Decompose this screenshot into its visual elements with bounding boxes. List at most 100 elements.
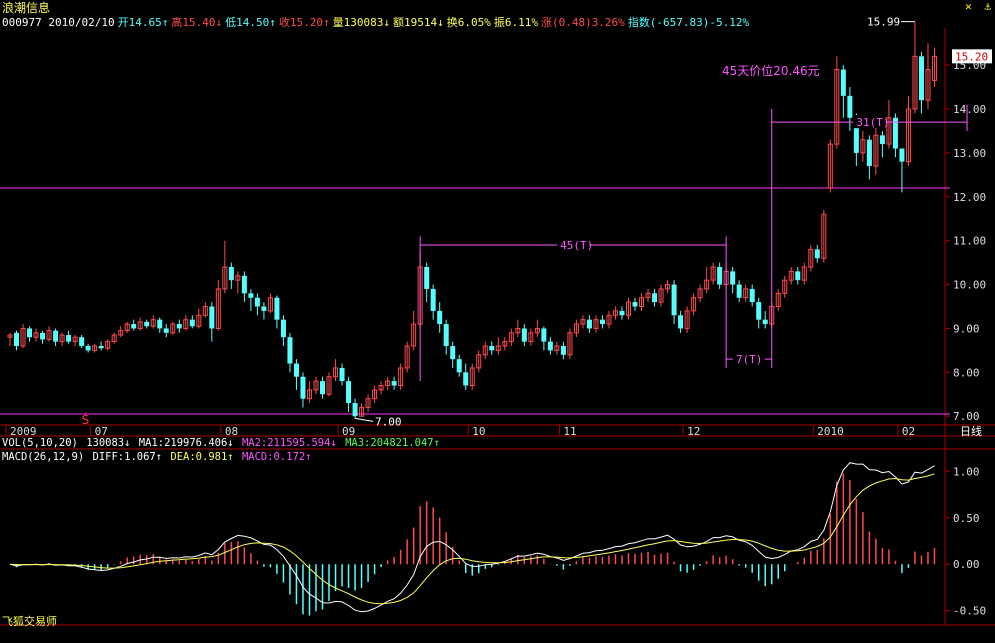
price-tick-label: 11.00 bbox=[953, 235, 986, 248]
candle-body bbox=[756, 302, 762, 320]
candle-body bbox=[678, 315, 684, 329]
candle-body bbox=[430, 288, 436, 311]
candle-body bbox=[456, 359, 462, 373]
target-price-note: 45天价位20.46元 bbox=[722, 63, 820, 78]
candle-body bbox=[320, 381, 326, 395]
candle-body bbox=[209, 306, 215, 329]
volume-ma-legend: VOL(5,10,20) 130083↓ MA1:219976.406↓ MA2… bbox=[2, 437, 442, 449]
macd-value: MACD:0.172↑ bbox=[241, 451, 312, 463]
x-tick-label: 11 bbox=[563, 425, 576, 438]
candle-body bbox=[463, 372, 469, 386]
vol-label: VOL(5,10,20) bbox=[2, 437, 78, 449]
macd-diff-line bbox=[9, 462, 935, 613]
candle-body bbox=[652, 293, 658, 303]
macd-label: MACD(26,12,9) bbox=[2, 451, 85, 463]
candle-body bbox=[163, 328, 169, 333]
current-price-label: 15.20 bbox=[955, 50, 988, 63]
candle-body bbox=[717, 267, 723, 285]
macd-tick-label: 0.00 bbox=[953, 558, 980, 571]
candle-body bbox=[762, 319, 768, 325]
candle-body bbox=[339, 367, 345, 382]
candle-body bbox=[730, 271, 736, 285]
candle-body bbox=[254, 297, 260, 307]
stock-chart[interactable]: 7.00 8.00 9.00 10.00 11.00 12.00 13.00 14.00 15.… bbox=[0, 0, 995, 643]
candle-body bbox=[619, 310, 625, 316]
candle-body bbox=[228, 267, 234, 281]
candle-body bbox=[749, 288, 755, 303]
candle-body bbox=[189, 319, 195, 327]
buy-marker: Ś bbox=[82, 412, 90, 427]
candle-body bbox=[847, 95, 853, 118]
candle-body bbox=[489, 346, 495, 351]
candle-body bbox=[27, 328, 33, 338]
price-tick-label: 9.00 bbox=[953, 322, 980, 335]
candle-body bbox=[131, 324, 137, 329]
app-brand: 飞狐交易师 bbox=[2, 615, 57, 628]
candle-body bbox=[287, 337, 293, 364]
vol-value: 130083↓ bbox=[86, 437, 131, 449]
candle-body bbox=[586, 319, 592, 329]
candle-body bbox=[274, 297, 280, 320]
candle-body bbox=[599, 319, 605, 325]
candle-body bbox=[424, 267, 430, 289]
macd-tick-label: -0.50 bbox=[953, 605, 986, 618]
candle-body bbox=[144, 321, 150, 327]
price-tick-label: 8.00 bbox=[953, 366, 980, 379]
candle-body bbox=[157, 319, 163, 329]
vol-ma1: MA1:219976.406↓ bbox=[138, 437, 234, 449]
macd-tick-label: 0.50 bbox=[953, 512, 980, 525]
candle-body bbox=[879, 135, 885, 145]
price-tick-label: 12.00 bbox=[953, 191, 986, 204]
period-label: 日线 bbox=[960, 424, 982, 438]
candle-body bbox=[560, 346, 566, 355]
price-tick-label: 7.00 bbox=[953, 410, 980, 423]
candle-body bbox=[66, 335, 72, 342]
low-pointer bbox=[354, 417, 374, 422]
span45-label: 45(T) bbox=[560, 239, 593, 252]
price-tick-label: 13.00 bbox=[953, 147, 986, 160]
candle-body bbox=[98, 346, 104, 349]
candle-body bbox=[521, 328, 527, 342]
macd-diff: DIFF:1.067↑ bbox=[92, 451, 163, 463]
vol-ma3: MA3:204821.047↑ bbox=[345, 437, 440, 449]
x-tick-label: 10 bbox=[472, 425, 485, 438]
candle-body bbox=[241, 275, 247, 294]
high-label: 15.99 bbox=[867, 16, 900, 29]
candle-body bbox=[176, 324, 182, 329]
candle-body bbox=[899, 148, 905, 162]
candle-body bbox=[795, 271, 801, 281]
candle-body bbox=[443, 324, 449, 346]
candle-body bbox=[866, 139, 872, 167]
x-tick-label: 12 bbox=[687, 425, 700, 438]
candle-body bbox=[814, 249, 820, 259]
macd-dea: DEA:0.981↑ bbox=[170, 451, 234, 463]
candle-body bbox=[632, 302, 638, 307]
low-label: 7.00 bbox=[375, 415, 402, 428]
candle-body bbox=[547, 341, 553, 351]
candle-body bbox=[40, 332, 46, 340]
candle-body bbox=[85, 346, 91, 351]
macd-tick-label: 1.00 bbox=[953, 465, 980, 478]
span31-label: 31(T) bbox=[856, 116, 889, 129]
candle-body bbox=[300, 376, 306, 399]
candle-body bbox=[437, 310, 443, 325]
candle-body bbox=[736, 284, 742, 298]
candle-body bbox=[261, 306, 267, 311]
candle-body bbox=[293, 363, 299, 377]
candle-body bbox=[391, 381, 397, 386]
span7-label: 7(T) bbox=[736, 353, 763, 366]
vol-ma2: MA2:211595.594↓ bbox=[241, 437, 337, 449]
candle-body bbox=[248, 293, 254, 298]
candle-body bbox=[352, 403, 358, 417]
macd-dea-line bbox=[9, 473, 935, 605]
macd-legend: MACD(26,12,9) DIFF:1.067↑ DEA:0.981↑ MAC… bbox=[2, 451, 313, 463]
candle-body bbox=[918, 56, 924, 101]
candle-body bbox=[671, 284, 677, 316]
x-tick-label: 02 bbox=[902, 425, 915, 438]
candle-body bbox=[280, 319, 286, 338]
x-tick-label: 2010 bbox=[817, 425, 844, 438]
candle-body bbox=[79, 337, 85, 346]
candle-body bbox=[840, 69, 846, 96]
candle-body bbox=[450, 346, 456, 360]
candle-body bbox=[346, 381, 352, 404]
